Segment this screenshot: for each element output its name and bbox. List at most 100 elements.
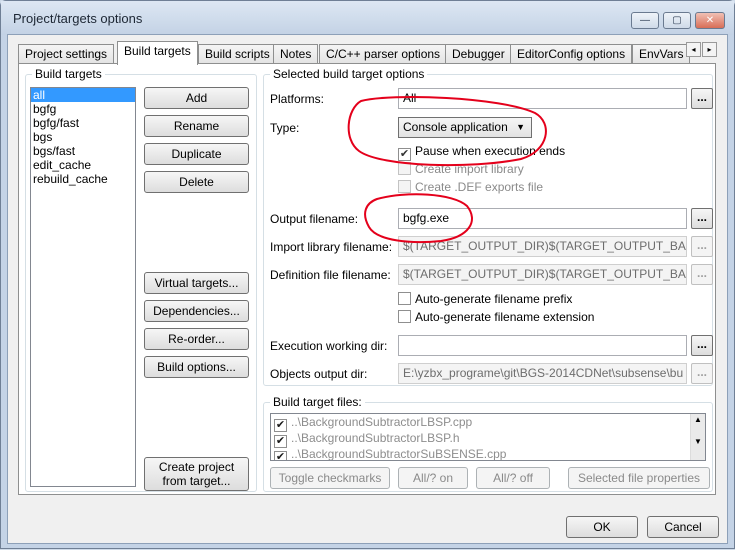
create-project-label-line2: from target...	[162, 474, 231, 488]
platforms-browse-button[interactable]: ...	[691, 88, 713, 109]
tab-scroll-right-icon[interactable]: ▸	[702, 42, 717, 57]
output-filename-label: Output filename:	[270, 212, 359, 226]
output-browse-button[interactable]: ...	[691, 208, 713, 229]
definition-file-label: Definition file filename:	[270, 268, 391, 282]
create-def-label: Create .DEF exports file	[415, 180, 544, 194]
type-select[interactable]: Console application ▼	[398, 117, 532, 138]
all-on-button[interactable]: All/? on	[398, 467, 468, 489]
title-bar[interactable]: Project/targets options — ▢ ✕	[1, 1, 734, 35]
tab-editorconfig[interactable]: EditorConfig options	[510, 44, 633, 64]
file-name: ..\BackgroundSubtractorLBSP.cpp	[291, 415, 473, 429]
dialog-client: Project settings Build targets Build scr…	[7, 34, 728, 544]
list-item[interactable]: edit_cache	[31, 158, 135, 172]
pause-check-icon: ✔	[398, 148, 411, 161]
auto-prefix-label: Auto-generate filename prefix	[415, 292, 573, 306]
checkbox-box-icon	[398, 180, 411, 193]
tab-project-settings[interactable]: Project settings	[18, 44, 115, 64]
output-filename-field[interactable]: bgfg.exe	[398, 208, 687, 229]
pause-checkbox[interactable]: ✔ Pause when execution ends	[398, 143, 566, 161]
objects-dir-label: Objects output dir:	[270, 367, 368, 381]
chevron-down-icon: ▼	[516, 122, 525, 132]
import-browse-button[interactable]: ...	[691, 236, 713, 257]
import-library-field[interactable]: $(TARGET_OUTPUT_DIR)$(TARGET_OUTPUT_BAS	[398, 236, 687, 257]
toggle-checkmarks-button[interactable]: Toggle checkmarks	[270, 467, 390, 489]
reorder-button[interactable]: Re-order...	[144, 328, 249, 350]
tab-debugger[interactable]: Debugger	[445, 44, 512, 64]
build-target-files-title: Build target files:	[270, 395, 365, 409]
list-item[interactable]: bgfg	[31, 102, 135, 116]
files-scrollbar[interactable]: ▲ ▼	[690, 414, 705, 460]
scroll-up-icon[interactable]: ▲	[691, 414, 705, 426]
close-icon: ✕	[705, 15, 715, 26]
file-name: ..\BackgroundSubtractorLBSP.h	[291, 431, 460, 445]
rename-button[interactable]: Rename	[144, 115, 249, 137]
checkbox-box-icon	[398, 292, 411, 305]
list-item[interactable]: rebuild_cache	[31, 172, 135, 186]
auto-extension-checkbox[interactable]: Auto-generate filename extension	[398, 309, 594, 325]
pause-label: Pause when execution ends	[415, 144, 566, 158]
list-item[interactable]: bgs/fast	[31, 144, 135, 158]
objects-dir-browse-button[interactable]: ...	[691, 363, 713, 384]
dependencies-button[interactable]: Dependencies...	[144, 300, 249, 322]
file-name: ..\BackgroundSubtractorSuBSENSE.cpp	[291, 447, 507, 461]
objects-dir-field[interactable]: E:\yzbx_programe\git\BGS-2014CDNet\subse…	[398, 363, 687, 384]
build-target-files-group: Build target files: ✔ ..\BackgroundSubtra…	[263, 395, 713, 492]
create-import-label: Create import library	[415, 162, 524, 176]
targets-list[interactable]: all bgfg bgfg/fast bgs bgs/fast edit_cac…	[30, 87, 136, 487]
window-title: Project/targets options	[13, 11, 143, 26]
selected-file-properties-button[interactable]: Selected file properties	[568, 467, 710, 489]
tab-envvars[interactable]: EnvVars	[632, 44, 691, 64]
list-item[interactable]: ✔ ..\BackgroundSubtractorSuBSENSE.cpp	[271, 446, 705, 461]
platforms-label: Platforms:	[270, 92, 325, 106]
auto-prefix-checkbox[interactable]: Auto-generate filename prefix	[398, 291, 572, 307]
checkbox-box-icon	[398, 162, 411, 175]
exec-dir-field[interactable]	[398, 335, 687, 356]
platforms-field[interactable]: All	[398, 88, 687, 109]
duplicate-button[interactable]: Duplicate	[144, 143, 249, 165]
type-select-value: Console application	[403, 120, 508, 134]
maximize-button[interactable]: ▢	[663, 12, 691, 29]
ok-button[interactable]: OK	[566, 516, 638, 538]
tab-notes[interactable]: Notes	[273, 44, 319, 64]
tab-parser-options[interactable]: C/C++ parser options	[319, 44, 448, 64]
import-library-label: Import library filename:	[270, 240, 393, 254]
create-project-from-target-button[interactable]: Create project from target...	[144, 457, 249, 491]
tab-build-targets[interactable]: Build targets	[117, 41, 198, 65]
build-targets-panel: Build targets all bgfg bgfg/fast bgs bgs…	[18, 63, 716, 495]
list-item[interactable]: ✔ ..\BackgroundSubtractorLBSP.cpp	[271, 414, 705, 432]
selected-options-group-title: Selected build target options	[270, 67, 428, 81]
selected-options-group: Selected build target options Platforms:…	[263, 67, 713, 386]
checkbox-box-icon	[398, 310, 411, 323]
scroll-down-icon[interactable]: ▼	[691, 436, 705, 448]
auto-extension-label: Auto-generate filename extension	[415, 310, 595, 324]
create-project-label-line1: Create project	[158, 460, 235, 474]
delete-button[interactable]: Delete	[144, 171, 249, 193]
definition-browse-button[interactable]: ...	[691, 264, 713, 285]
all-off-button[interactable]: All/? off	[476, 467, 550, 489]
tab-scroll-left-icon[interactable]: ◂	[686, 42, 701, 57]
build-targets-group-title: Build targets	[32, 67, 105, 81]
type-label: Type:	[270, 121, 300, 135]
maximize-icon: ▢	[672, 15, 682, 26]
tab-build-scripts[interactable]: Build scripts	[198, 44, 277, 64]
list-item[interactable]: bgfg/fast	[31, 116, 135, 130]
build-options-button[interactable]: Build options...	[144, 356, 249, 378]
exec-dir-browse-button[interactable]: ...	[691, 335, 713, 356]
options-window: Project/targets options — ▢ ✕ Project se…	[0, 0, 735, 549]
minimize-button[interactable]: —	[631, 12, 659, 29]
create-import-checkbox[interactable]: Create import library	[398, 161, 524, 177]
list-item[interactable]: bgs	[31, 130, 135, 144]
virtual-targets-button[interactable]: Virtual targets...	[144, 272, 249, 294]
list-item[interactable]: all	[31, 88, 135, 102]
create-def-checkbox[interactable]: Create .DEF exports file	[398, 179, 543, 195]
cancel-button[interactable]: Cancel	[647, 516, 719, 538]
minimize-icon: —	[640, 15, 650, 26]
exec-dir-label: Execution working dir:	[270, 339, 388, 353]
add-button[interactable]: Add	[144, 87, 249, 109]
check-icon[interactable]: ✔	[274, 451, 287, 460]
build-targets-group: Build targets all bgfg bgfg/fast bgs bgs…	[25, 67, 257, 492]
list-item[interactable]: ✔ ..\BackgroundSubtractorLBSP.h	[271, 430, 705, 448]
close-button[interactable]: ✕	[695, 12, 725, 29]
definition-file-field[interactable]: $(TARGET_OUTPUT_DIR)$(TARGET_OUTPUT_BAS	[398, 264, 687, 285]
build-files-list[interactable]: ✔ ..\BackgroundSubtractorLBSP.cpp ✔ ..\Bac…	[270, 413, 706, 461]
